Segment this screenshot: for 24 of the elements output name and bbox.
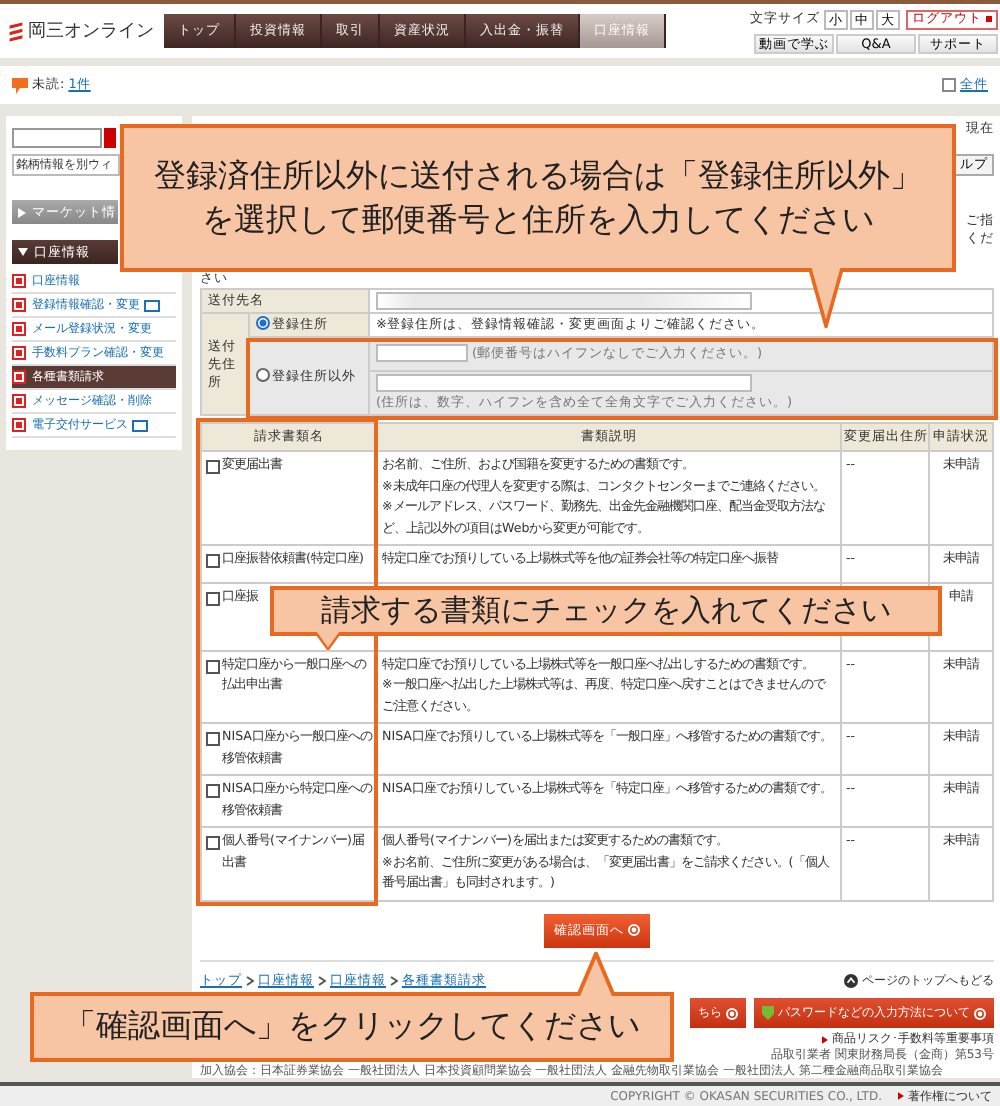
callout-box: 登録済住所以外に送付される場合は「登録住所以外」を選択して郵便番号と住所を入力してください (120, 124, 956, 272)
arrow-circle-icon (974, 1007, 986, 1019)
callout-pointer (314, 631, 342, 649)
chevron-right-icon (390, 975, 398, 985)
callout-pointer (808, 268, 844, 328)
postal-code-field[interactable] (376, 344, 468, 363)
logo-text: 岡三オンライン (28, 20, 154, 44)
logo-icon (8, 21, 24, 41)
triangle-right-icon (18, 207, 26, 217)
message-icon (12, 77, 28, 93)
arrow-circle-icon (628, 924, 640, 936)
address-field[interactable] (376, 374, 752, 392)
chevron-right-icon (246, 975, 254, 985)
arrow-circle-icon (726, 1007, 738, 1019)
search-field[interactable] (12, 128, 102, 148)
triangle-right-icon (898, 1092, 904, 1100)
search-button[interactable] (104, 128, 116, 148)
triangle-right-icon (822, 1035, 828, 1043)
callout-pointer (576, 952, 616, 996)
triangle-down-icon (18, 248, 28, 256)
arrow-up-icon (844, 973, 858, 987)
name-field[interactable] (376, 292, 752, 310)
shield-icon (762, 1006, 774, 1020)
chevron-right-icon (318, 975, 326, 985)
